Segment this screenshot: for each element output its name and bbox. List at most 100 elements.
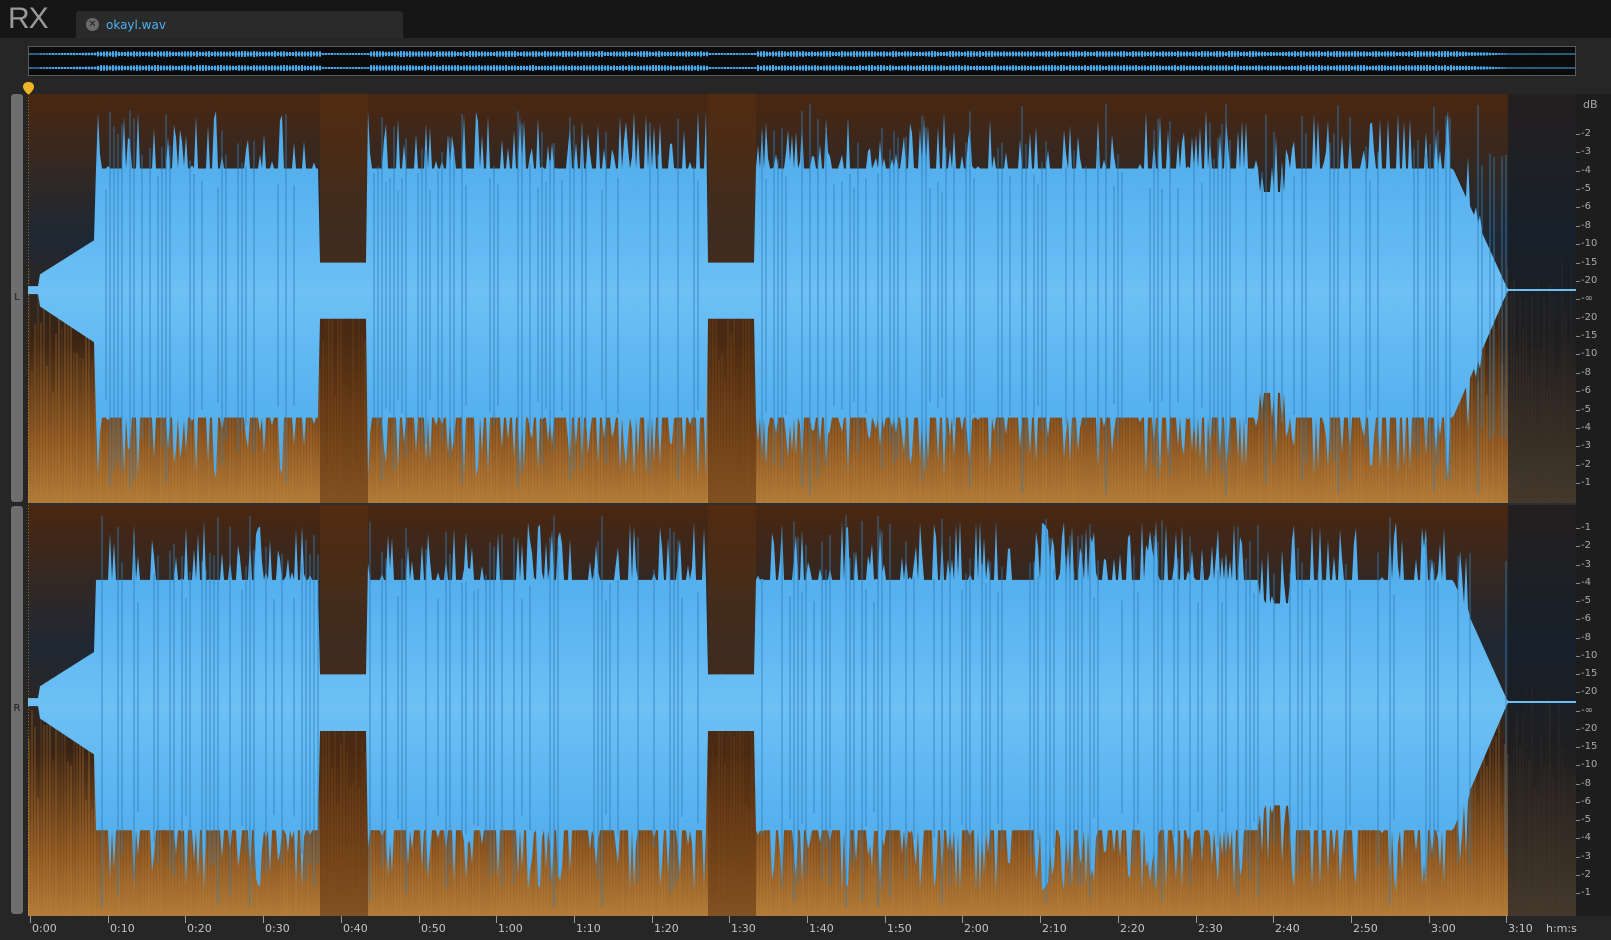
time-tick: [729, 916, 730, 923]
db-tick: [1576, 483, 1580, 484]
left-db-label: -10: [1581, 348, 1598, 359]
right-db-label: -1: [1581, 522, 1591, 533]
time-tick: [108, 916, 109, 923]
right-db-label: -1: [1581, 887, 1591, 898]
left-db-label: -15: [1581, 257, 1598, 268]
time-label: 0:50: [421, 922, 446, 935]
time-label: 2:00: [964, 922, 989, 935]
time-label: 0:40: [343, 922, 368, 935]
tab-okayl-wav[interactable]: ✕ okayl.wav: [76, 11, 403, 38]
tab-label: okayl.wav: [106, 17, 166, 32]
db-tick: [1576, 674, 1580, 675]
time-label: 2:10: [1042, 922, 1067, 935]
right-db-label: -15: [1581, 741, 1598, 752]
db-unit-label: dB: [1583, 98, 1598, 111]
right-db-label: -5: [1581, 814, 1591, 825]
db-tick: [1576, 263, 1580, 264]
right-db-label: -20: [1581, 723, 1598, 734]
db-tick: [1576, 373, 1580, 374]
right-db-label: -3: [1581, 559, 1591, 570]
right-db-label: -15: [1581, 668, 1598, 679]
app-logo: RX: [8, 2, 49, 35]
left-db-label: -10: [1581, 238, 1598, 249]
time-label: 2:50: [1353, 922, 1378, 935]
right-db-label: -10: [1581, 650, 1598, 661]
left-db-label: -4: [1581, 422, 1591, 433]
right-db-label: -5: [1581, 595, 1591, 606]
left-db-label: -4: [1581, 165, 1591, 176]
db-tick: [1576, 784, 1580, 785]
left-db-label: -2: [1581, 459, 1591, 470]
db-tick: [1576, 692, 1580, 693]
db-tick: [1576, 857, 1580, 858]
time-tick: [1429, 916, 1430, 923]
db-tick: [1576, 465, 1580, 466]
time-tick: [1273, 916, 1274, 923]
time-tick: [1118, 916, 1119, 923]
db-tick: [1576, 765, 1580, 766]
time-tick: [652, 916, 653, 923]
db-tick: [1576, 446, 1580, 447]
time-label: 1:00: [498, 922, 523, 935]
channel-l-spectrogram[interactable]: [28, 94, 1576, 503]
db-tick: [1576, 729, 1580, 730]
db-tick: [1576, 711, 1580, 712]
time-label: 3:10: [1508, 922, 1533, 935]
time-label: 2:20: [1120, 922, 1145, 935]
db-tick: [1576, 134, 1580, 135]
db-tick: [1576, 318, 1580, 319]
db-tick: [1576, 601, 1580, 602]
time-tick: [1506, 916, 1507, 923]
db-tick: [1576, 391, 1580, 392]
db-tick: [1576, 528, 1580, 529]
time-tick: [807, 916, 808, 923]
db-tick: [1576, 207, 1580, 208]
db-tick: [1576, 189, 1580, 190]
db-tick: [1576, 336, 1580, 337]
time-label: 1:10: [576, 922, 601, 935]
left-db-label: -6: [1581, 385, 1591, 396]
db-scale: [1576, 94, 1611, 916]
db-tick: [1576, 152, 1580, 153]
time-tick: [496, 916, 497, 923]
time-label: 0:10: [110, 922, 135, 935]
db-tick: [1576, 893, 1580, 894]
right-db-label: -6: [1581, 613, 1591, 624]
top-ruler: [0, 82, 1611, 94]
left-db-label: -20: [1581, 312, 1598, 323]
right-db-label: -4: [1581, 577, 1591, 588]
db-tick: [1576, 638, 1580, 639]
db-tick: [1576, 354, 1580, 355]
left-db-label: -5: [1581, 404, 1591, 415]
time-label: 0:30: [265, 922, 290, 935]
time-label: 1:40: [809, 922, 834, 935]
left-db-label: -1: [1581, 477, 1591, 488]
time-tick: [263, 916, 264, 923]
time-label: 1:30: [731, 922, 756, 935]
right-db-label: -3: [1581, 851, 1591, 862]
right-db-label: -2: [1581, 869, 1591, 880]
db-tick: [1576, 410, 1580, 411]
close-tab-icon[interactable]: ✕: [86, 18, 99, 31]
channel-r-spectrogram[interactable]: [28, 505, 1576, 916]
right-db-label: -8: [1581, 778, 1591, 789]
left-db-label: -8: [1581, 220, 1591, 231]
right-db-label: -2: [1581, 540, 1591, 551]
time-tick: [30, 916, 31, 923]
time-label: 0:00: [32, 922, 57, 935]
db-tick: [1576, 171, 1580, 172]
db-tick: [1576, 802, 1580, 803]
left-db-label: -∞: [1581, 293, 1593, 304]
right-db-label: -4: [1581, 832, 1591, 843]
left-db-label: -6: [1581, 201, 1591, 212]
time-tick: [1040, 916, 1041, 923]
db-tick: [1576, 838, 1580, 839]
waveform-overview[interactable]: [28, 46, 1576, 76]
db-tick: [1576, 747, 1580, 748]
time-tick: [341, 916, 342, 923]
time-tick: [1351, 916, 1352, 923]
left-db-label: -8: [1581, 367, 1591, 378]
db-tick: [1576, 565, 1580, 566]
time-label: 2:30: [1198, 922, 1223, 935]
left-db-label: -5: [1581, 183, 1591, 194]
